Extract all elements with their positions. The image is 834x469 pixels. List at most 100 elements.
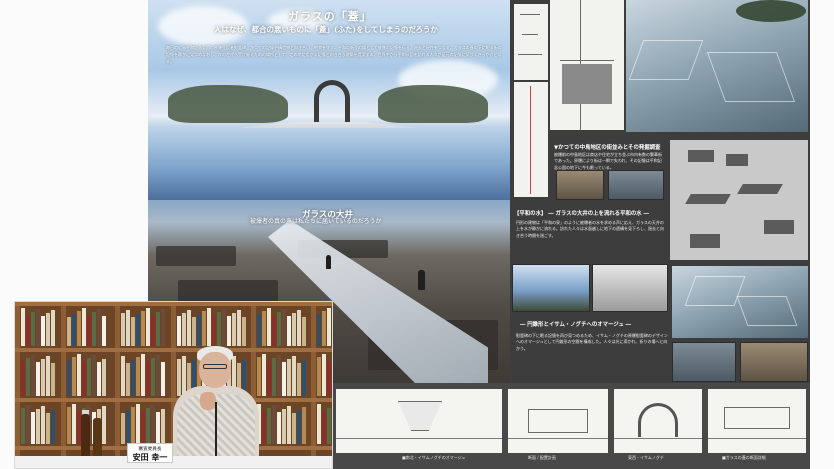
book-spine <box>262 311 266 346</box>
book-spine <box>67 360 71 396</box>
book-spine <box>267 408 271 444</box>
book-spine <box>297 410 301 444</box>
book-spine <box>317 357 321 396</box>
dark-presentation-board: ▼かつての中島地区の街並みとその発掘調査 被爆前の中島地区は商店や住宅が立ち並ぶ… <box>510 0 810 383</box>
book-spine <box>136 314 140 346</box>
interior-rendering <box>592 264 668 312</box>
book-spine <box>302 317 306 346</box>
book-spine <box>26 358 30 396</box>
book-spine <box>187 310 191 346</box>
book-spine <box>72 404 76 444</box>
book-spine <box>51 310 55 346</box>
book-spine <box>141 354 145 396</box>
book-spine <box>126 310 130 346</box>
speaker-name: 安田 幸一 <box>132 452 168 462</box>
book-spine <box>156 355 160 396</box>
book-spine <box>161 409 165 444</box>
book-spine <box>317 314 321 346</box>
tea-bottle <box>93 418 102 458</box>
book-spine <box>292 356 296 396</box>
book-spine <box>257 314 261 346</box>
book-spine <box>36 362 40 396</box>
east-west-elevation <box>614 389 702 453</box>
book-spine <box>102 406 106 444</box>
book-spine <box>82 308 86 346</box>
book-spine <box>141 311 145 346</box>
book-spine <box>282 309 286 346</box>
book-spine <box>126 410 130 444</box>
speaker-name-plate: 審査委員長 安田 幸一 <box>127 443 173 463</box>
book-spine <box>322 354 326 396</box>
book-spine <box>31 312 35 346</box>
book-spine <box>267 308 271 346</box>
tea-bottle <box>81 414 90 458</box>
long-section-drawing <box>514 82 548 197</box>
book-spine <box>92 312 96 346</box>
book-spine <box>36 409 40 444</box>
book-spine <box>121 413 125 444</box>
book-spine <box>41 406 45 444</box>
book-spine <box>317 404 321 444</box>
book-spine <box>237 310 241 346</box>
book-spine <box>192 317 196 346</box>
book-spine <box>31 412 35 444</box>
book-spine <box>87 358 91 396</box>
book-spine <box>327 361 331 396</box>
book-spine <box>156 412 160 444</box>
tree-line-left <box>168 85 288 123</box>
tree-line-right <box>378 85 488 123</box>
book-spine <box>131 317 135 346</box>
book-spine <box>121 313 125 346</box>
book-spine <box>297 310 301 346</box>
book-spine <box>26 405 30 444</box>
underground-rendering <box>672 342 736 382</box>
speaker-video-feed[interactable]: 審査委員長 安田 幸一 <box>14 301 333 469</box>
hero-subtitle: 人はなぜ、都合の悪いものに「蓋」(ふた)をしてしまうのだろうか <box>214 25 438 34</box>
glass-lid-detail-section <box>708 389 806 453</box>
section-heading-excavation: ▼かつての中島地区の街並みとその発掘調査 <box>554 145 661 151</box>
speaker-hand <box>200 392 216 410</box>
book-spine <box>232 313 236 346</box>
book-spine <box>267 361 271 396</box>
book-spine <box>327 408 331 444</box>
reflecting-water <box>148 128 510 200</box>
rubble-rendering <box>740 342 808 382</box>
book-spine <box>292 413 296 444</box>
book-spine <box>46 356 50 396</box>
book-spine <box>272 405 276 444</box>
book-spine <box>41 316 45 346</box>
book-spine <box>287 406 291 444</box>
book-spine <box>131 360 135 396</box>
book-spine <box>151 315 155 346</box>
section-text-water: 円形の建物は「平和の泉」のように被爆者の水を求める声に応え、ガラスの天井の上を水… <box>516 220 664 238</box>
book-spine <box>282 362 286 396</box>
book-spine <box>322 411 326 444</box>
section-text-excavation: 被爆前の中島地区は商店や住宅が立ち並ぶ市内有数の繁華街であった。原爆により街は一… <box>554 152 662 170</box>
book-spine <box>102 359 106 396</box>
book-spine <box>217 312 221 346</box>
plan-drawing-small <box>514 4 548 80</box>
book-spine <box>36 309 40 346</box>
book-spine <box>242 317 246 346</box>
shared-screen: ガラスの「蓋」 人はなぜ、都合の悪いものに「蓋」(ふた)をしてしまうのだろうか … <box>0 0 834 469</box>
book-spine <box>97 362 101 396</box>
book-spine <box>222 309 226 346</box>
book-spine <box>146 361 150 396</box>
book-spine <box>272 358 276 396</box>
elevation-caption: 断面 / 配置計画 <box>528 455 556 460</box>
elevation-caption: 東西・イサムノグチ <box>628 455 664 460</box>
book-spine <box>182 356 186 396</box>
section-plan-drawing <box>508 389 608 453</box>
book-spine <box>31 355 35 396</box>
book-spine <box>262 354 266 396</box>
walking-person <box>418 270 425 290</box>
rubble-area <box>156 246 236 266</box>
book-spine <box>72 314 76 346</box>
book-spine <box>292 313 296 346</box>
book-spine <box>21 408 25 444</box>
elevation-caption: ■ガラスの蓋の断面詳細 <box>722 455 766 460</box>
book-spine <box>102 316 106 346</box>
section-heading-water: 【平和の水】 ― ガラスの大井の上を流れる平和の水 ― <box>514 211 649 217</box>
book-spine <box>26 315 30 346</box>
book-spine <box>277 412 281 444</box>
